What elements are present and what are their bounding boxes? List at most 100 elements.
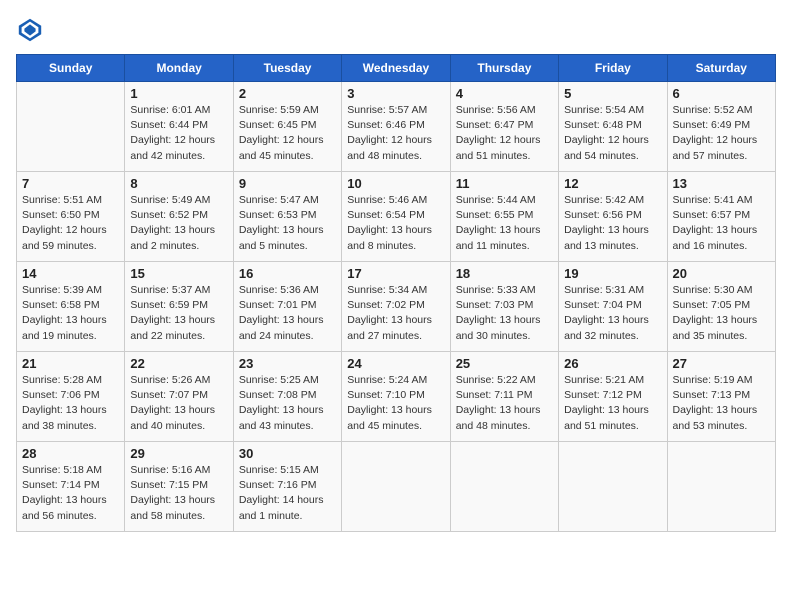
calendar-cell: 28Sunrise: 5:18 AMSunset: 7:14 PMDayligh… [17,442,125,532]
day-number: 4 [456,86,553,101]
week-row-4: 21 Sunrise: 5:28 AMSunset: 7:06 PMDayligh… [17,352,776,442]
day-info: Sunrise: 6:01 AMSunset: 6:44 PMDaylight:… [130,103,227,164]
day-header-saturday: Saturday [667,55,775,82]
day-info: Sunrise: 5:22 AMSunset: 7:11 PMDaylight:… [456,373,553,434]
day-number: 5 [564,86,661,101]
calendar-cell: 18Sunrise: 5:33 AMSunset: 7:03 PMDayligh… [450,262,558,352]
day-info: Sunrise: 5:30 AMSunset: 7:05 PMDaylight:… [673,283,770,344]
day-info: Sunrise: 5:21 AMSunset: 7:12 PMDaylight:… [564,373,661,434]
day-info: Sunrise: 5:31 AMSunset: 7:04 PMDaylight:… [564,283,661,344]
day-number: 12 [564,176,661,191]
calendar-cell [559,442,667,532]
day-info: Sunrise: 5:28 AMSunset: 7:06 PMDaylight:… [22,373,119,434]
calendar-cell: 2 Sunrise: 5:59 AMSunset: 6:45 PMDaylight… [233,82,341,172]
day-info: Sunrise: 5:24 AMSunset: 7:10 PMDaylight:… [347,373,444,434]
day-info: Sunrise: 5:49 AMSunset: 6:52 PMDaylight:… [130,193,227,254]
day-number: 29 [130,446,227,461]
day-info: Sunrise: 5:18 AMSunset: 7:14 PMDaylight:… [22,463,119,524]
day-info: Sunrise: 5:39 AMSunset: 6:58 PMDaylight:… [22,283,119,344]
calendar-cell: 15 Sunrise: 5:37 AMSunset: 6:59 PMDayligh… [125,262,233,352]
header [16,16,776,44]
day-number: 10 [347,176,444,191]
day-info: Sunrise: 5:54 AMSunset: 6:48 PMDaylight:… [564,103,661,164]
day-header-tuesday: Tuesday [233,55,341,82]
calendar-cell: 1 Sunrise: 6:01 AMSunset: 6:44 PMDaylight… [125,82,233,172]
day-number: 27 [673,356,770,371]
day-number: 19 [564,266,661,281]
day-number: 24 [347,356,444,371]
day-number: 25 [456,356,553,371]
calendar-cell: 4 Sunrise: 5:56 AMSunset: 6:47 PMDaylight… [450,82,558,172]
week-row-3: 14 Sunrise: 5:39 AMSunset: 6:58 PMDayligh… [17,262,776,352]
calendar-cell: 10 Sunrise: 5:46 AMSunset: 6:54 PMDayligh… [342,172,450,262]
day-info: Sunrise: 5:16 AMSunset: 7:15 PMDaylight:… [130,463,227,524]
calendar-cell: 22 Sunrise: 5:26 AMSunset: 7:07 PMDayligh… [125,352,233,442]
calendar-cell: 7 Sunrise: 5:51 AMSunset: 6:50 PMDaylight… [17,172,125,262]
day-info: Sunrise: 5:51 AMSunset: 6:50 PMDaylight:… [22,193,119,254]
day-number: 20 [673,266,770,281]
day-info: Sunrise: 5:34 AMSunset: 7:02 PMDaylight:… [347,283,444,344]
calendar-cell: 24 Sunrise: 5:24 AMSunset: 7:10 PMDayligh… [342,352,450,442]
day-number: 15 [130,266,227,281]
calendar-cell: 5 Sunrise: 5:54 AMSunset: 6:48 PMDaylight… [559,82,667,172]
day-number: 1 [130,86,227,101]
day-number: 13 [673,176,770,191]
day-info: Sunrise: 5:44 AMSunset: 6:55 PMDaylight:… [456,193,553,254]
logo [16,16,48,44]
calendar-cell [17,82,125,172]
day-number: 11 [456,176,553,191]
day-header-thursday: Thursday [450,55,558,82]
day-info: Sunrise: 5:56 AMSunset: 6:47 PMDaylight:… [456,103,553,164]
calendar-cell: 21 Sunrise: 5:28 AMSunset: 7:06 PMDayligh… [17,352,125,442]
day-number: 22 [130,356,227,371]
calendar-cell [667,442,775,532]
logo-icon [16,16,44,44]
day-info: Sunrise: 5:57 AMSunset: 6:46 PMDaylight:… [347,103,444,164]
day-number: 30 [239,446,336,461]
day-info: Sunrise: 5:42 AMSunset: 6:56 PMDaylight:… [564,193,661,254]
day-number: 7 [22,176,119,191]
header-row: SundayMondayTuesdayWednesdayThursdayFrid… [17,55,776,82]
day-number: 6 [673,86,770,101]
calendar-cell: 13Sunrise: 5:41 AMSunset: 6:57 PMDayligh… [667,172,775,262]
day-info: Sunrise: 5:25 AMSunset: 7:08 PMDaylight:… [239,373,336,434]
calendar-cell: 30 Sunrise: 5:15 AMSunset: 7:16 PMDayligh… [233,442,341,532]
calendar-cell: 11 Sunrise: 5:44 AMSunset: 6:55 PMDayligh… [450,172,558,262]
day-number: 9 [239,176,336,191]
week-row-5: 28Sunrise: 5:18 AMSunset: 7:14 PMDayligh… [17,442,776,532]
calendar-cell: 12 Sunrise: 5:42 AMSunset: 6:56 PMDayligh… [559,172,667,262]
day-header-friday: Friday [559,55,667,82]
day-number: 26 [564,356,661,371]
day-number: 14 [22,266,119,281]
calendar-cell: 29 Sunrise: 5:16 AMSunset: 7:15 PMDayligh… [125,442,233,532]
day-number: 17 [347,266,444,281]
day-info: Sunrise: 5:26 AMSunset: 7:07 PMDaylight:… [130,373,227,434]
day-info: Sunrise: 5:46 AMSunset: 6:54 PMDaylight:… [347,193,444,254]
calendar-table: SundayMondayTuesdayWednesdayThursdayFrid… [16,54,776,532]
calendar-cell: 20 Sunrise: 5:30 AMSunset: 7:05 PMDayligh… [667,262,775,352]
day-header-sunday: Sunday [17,55,125,82]
calendar-cell: 8 Sunrise: 5:49 AMSunset: 6:52 PMDaylight… [125,172,233,262]
day-info: Sunrise: 5:59 AMSunset: 6:45 PMDaylight:… [239,103,336,164]
day-info: Sunrise: 5:47 AMSunset: 6:53 PMDaylight:… [239,193,336,254]
day-number: 8 [130,176,227,191]
day-number: 2 [239,86,336,101]
day-header-monday: Monday [125,55,233,82]
calendar-cell: 14 Sunrise: 5:39 AMSunset: 6:58 PMDayligh… [17,262,125,352]
day-info: Sunrise: 5:33 AMSunset: 7:03 PMDaylight:… [456,283,553,344]
calendar-cell: 25 Sunrise: 5:22 AMSunset: 7:11 PMDayligh… [450,352,558,442]
day-number: 16 [239,266,336,281]
day-info: Sunrise: 5:37 AMSunset: 6:59 PMDaylight:… [130,283,227,344]
week-row-2: 7 Sunrise: 5:51 AMSunset: 6:50 PMDaylight… [17,172,776,262]
day-info: Sunrise: 5:19 AMSunset: 7:13 PMDaylight:… [673,373,770,434]
day-header-wednesday: Wednesday [342,55,450,82]
calendar-cell: 23 Sunrise: 5:25 AMSunset: 7:08 PMDayligh… [233,352,341,442]
calendar-cell: 26 Sunrise: 5:21 AMSunset: 7:12 PMDayligh… [559,352,667,442]
day-info: Sunrise: 5:15 AMSunset: 7:16 PMDaylight:… [239,463,336,524]
day-number: 21 [22,356,119,371]
calendar-cell: 19 Sunrise: 5:31 AMSunset: 7:04 PMDayligh… [559,262,667,352]
day-number: 23 [239,356,336,371]
calendar-cell: 9 Sunrise: 5:47 AMSunset: 6:53 PMDaylight… [233,172,341,262]
calendar-cell: 27 Sunrise: 5:19 AMSunset: 7:13 PMDayligh… [667,352,775,442]
calendar-cell [450,442,558,532]
